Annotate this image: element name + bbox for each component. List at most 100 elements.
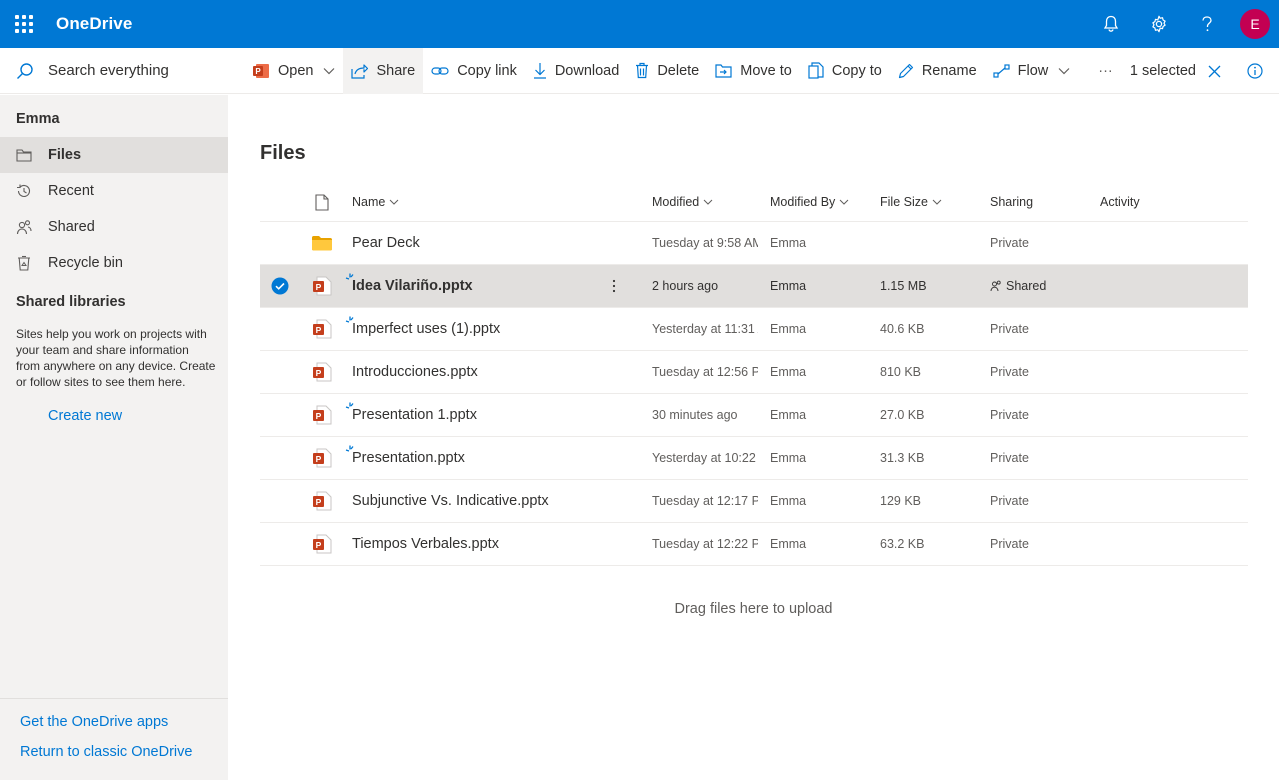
clear-selection-button[interactable] bbox=[1204, 48, 1235, 94]
sharing-status: Private bbox=[990, 322, 1029, 336]
app-launcher-button[interactable] bbox=[0, 0, 48, 48]
flow-button[interactable]: Flow bbox=[985, 48, 1079, 94]
rename-button[interactable]: Rename bbox=[890, 48, 985, 94]
name-column-header[interactable]: Name bbox=[352, 183, 612, 221]
file-name[interactable]: Subjunctive Vs. Indicative.pptx bbox=[352, 480, 612, 522]
nav-item-recent[interactable]: Recent bbox=[0, 173, 228, 209]
open-button[interactable]: P Open bbox=[244, 48, 343, 94]
sharing-status: Private bbox=[990, 236, 1029, 250]
modified-date: Tuesday at 12:56 PM bbox=[652, 365, 758, 379]
modified-by-column-header[interactable]: Modified By bbox=[770, 183, 870, 221]
table-row[interactable]: Pear Deck Tuesday at 9:58 AM Emma Privat… bbox=[260, 222, 1248, 265]
move-to-button[interactable]: Move to bbox=[707, 48, 800, 94]
powerpoint-file-icon: P bbox=[308, 437, 336, 479]
notifications-button[interactable] bbox=[1087, 0, 1135, 48]
nav-item-label: Shared bbox=[48, 219, 95, 235]
table-row[interactable]: P Presentation.pptx Yesterday at 10:22 A… bbox=[260, 437, 1248, 480]
top-bar: OneDrive E bbox=[0, 0, 1279, 48]
more-commands-button[interactable]: ··· bbox=[1078, 48, 1133, 94]
settings-button[interactable] bbox=[1135, 0, 1183, 48]
row-checkbox[interactable] bbox=[260, 437, 300, 479]
share-button[interactable]: Share bbox=[343, 47, 424, 94]
modified-date: Tuesday at 12:17 PM bbox=[652, 494, 758, 508]
sidebar-footer: Get the OneDrive apps Return to classic … bbox=[0, 698, 228, 780]
nav-item-recycle-bin[interactable]: Recycle bin bbox=[0, 245, 228, 281]
sharing-status: Private bbox=[990, 494, 1029, 508]
table-row[interactable]: P Presentation 1.pptx 30 minutes ago Emm… bbox=[260, 394, 1248, 437]
table-row[interactable]: P Introducciones.pptx Tuesday at 12:56 P… bbox=[260, 351, 1248, 394]
sharing-status[interactable]: Shared bbox=[990, 265, 1090, 307]
row-checkbox[interactable] bbox=[260, 222, 300, 264]
file-size: 31.3 KB bbox=[880, 451, 925, 465]
modified-date: Tuesday at 9:58 AM bbox=[652, 236, 758, 250]
file-name[interactable]: Tiempos Verbales.pptx bbox=[352, 523, 612, 565]
details-pane-button[interactable] bbox=[1235, 48, 1279, 94]
svg-text:P: P bbox=[316, 282, 322, 292]
more-actions-button[interactable] bbox=[604, 265, 624, 307]
row-checkbox[interactable] bbox=[260, 308, 300, 350]
powerpoint-file-icon: P bbox=[308, 394, 336, 436]
delete-button[interactable]: Delete bbox=[627, 48, 707, 94]
row-checkbox[interactable] bbox=[260, 394, 300, 436]
chevron-down-icon bbox=[932, 199, 942, 205]
modified-by: Emma bbox=[770, 494, 807, 508]
sharing-column-header[interactable]: Sharing bbox=[990, 183, 1090, 221]
close-icon bbox=[1208, 65, 1221, 77]
people-icon bbox=[16, 220, 32, 235]
svg-text:P: P bbox=[316, 325, 322, 335]
svg-text:P: P bbox=[316, 497, 322, 507]
modified-by: Emma bbox=[770, 408, 807, 422]
column-label: File Size bbox=[880, 195, 928, 209]
table-row[interactable]: P Idea Vilariño.pptx 2 hours ago Emma 1.… bbox=[260, 265, 1248, 308]
table-row[interactable]: P Subjunctive Vs. Indicative.pptx Tuesda… bbox=[260, 480, 1248, 523]
delete-label: Delete bbox=[657, 62, 700, 79]
shared-libraries-description: Sites help you work on projects with you… bbox=[16, 327, 216, 389]
sharing-status: Private bbox=[990, 408, 1029, 422]
main-content: Files Name Modified Modified By File Siz… bbox=[228, 95, 1279, 780]
copy-link-button[interactable]: Copy link bbox=[423, 48, 525, 94]
copy-to-button[interactable]: Copy to bbox=[800, 48, 890, 94]
classic-onedrive-link[interactable]: Return to classic OneDrive bbox=[0, 737, 228, 767]
folder-icon bbox=[308, 222, 336, 264]
file-type-column-header[interactable] bbox=[308, 183, 336, 221]
file-size: 27.0 KB bbox=[880, 408, 925, 422]
chevron-down-icon bbox=[1058, 67, 1070, 74]
selection-count: 1 selected bbox=[1129, 63, 1196, 79]
search-box[interactable]: Search everything bbox=[0, 48, 228, 94]
app-title[interactable]: OneDrive bbox=[56, 14, 132, 34]
file-name[interactable]: Idea Vilariño.pptx bbox=[352, 265, 612, 307]
create-new-link[interactable]: Create new bbox=[0, 390, 228, 424]
vertical-ellipsis-icon bbox=[612, 279, 616, 293]
file-name[interactable]: Presentation 1.pptx bbox=[352, 394, 612, 436]
row-checkbox[interactable] bbox=[260, 523, 300, 565]
row-checkbox[interactable] bbox=[260, 480, 300, 522]
search-input[interactable]: Search everything bbox=[48, 62, 169, 79]
row-checkbox[interactable] bbox=[260, 265, 300, 307]
search-icon bbox=[17, 62, 33, 79]
table-row[interactable]: P Tiempos Verbales.pptx Tuesday at 12:22… bbox=[260, 523, 1248, 566]
download-button[interactable]: Download bbox=[525, 48, 628, 94]
avatar[interactable]: E bbox=[1240, 9, 1270, 39]
file-name[interactable]: Presentation.pptx bbox=[352, 437, 612, 479]
modified-by: Emma bbox=[770, 451, 807, 465]
drag-upload-hint: Drag files here to upload bbox=[674, 601, 833, 617]
chevron-down-icon bbox=[324, 67, 335, 74]
file-name[interactable]: Introducciones.pptx bbox=[352, 351, 612, 393]
table-row[interactable]: P Imperfect uses (1).pptx Yesterday at 1… bbox=[260, 308, 1248, 351]
get-apps-link[interactable]: Get the OneDrive apps bbox=[0, 707, 228, 737]
sharing-status: Private bbox=[990, 451, 1029, 465]
chevron-down-icon bbox=[703, 199, 713, 205]
nav-item-files[interactable]: Files bbox=[0, 137, 228, 173]
file-size-column-header[interactable]: File Size bbox=[880, 183, 980, 221]
row-checkbox[interactable] bbox=[260, 351, 300, 393]
file-name[interactable]: Imperfect uses (1).pptx bbox=[352, 308, 612, 350]
modified-column-header[interactable]: Modified bbox=[652, 183, 758, 221]
file-name[interactable]: Pear Deck bbox=[352, 222, 612, 264]
folder-icon bbox=[16, 148, 32, 162]
help-button[interactable] bbox=[1183, 0, 1231, 48]
chevron-down-icon bbox=[389, 199, 399, 205]
modified-by: Emma bbox=[770, 322, 807, 336]
nav-item-shared[interactable]: Shared bbox=[0, 209, 228, 245]
modified-by: Emma bbox=[770, 537, 807, 551]
activity-column-header[interactable]: Activity bbox=[1100, 183, 1200, 221]
